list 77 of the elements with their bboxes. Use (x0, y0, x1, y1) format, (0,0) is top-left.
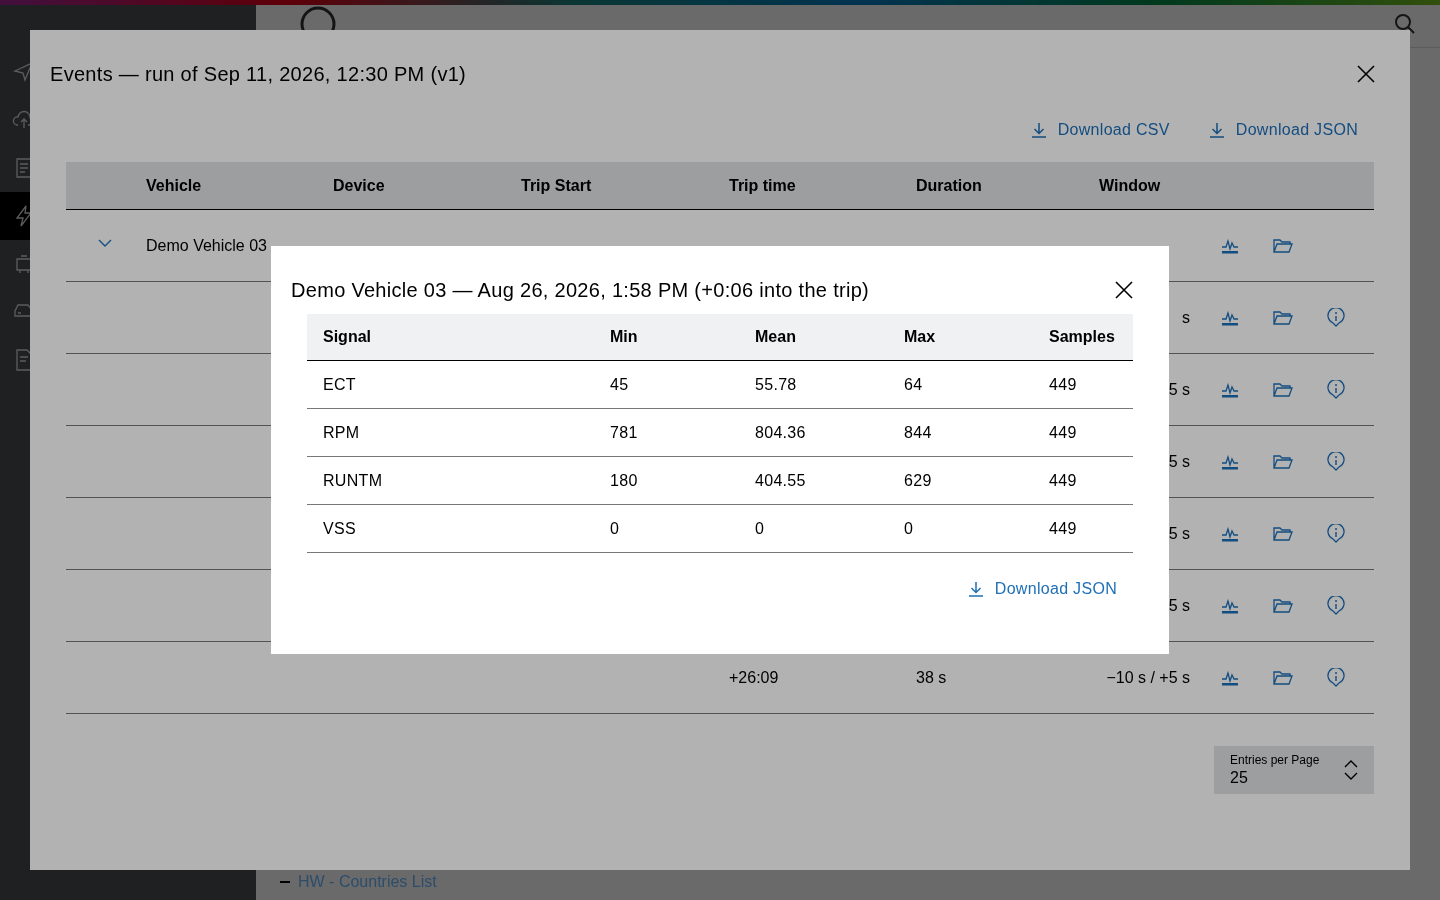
download-link[interactable]: Download CSV (1029, 118, 1170, 142)
signal-chart-icon[interactable] (1221, 453, 1239, 470)
column-header: Window (1099, 175, 1162, 196)
table-cell-text: 449 (1049, 518, 1078, 539)
signal-chart-icon[interactable] (1221, 381, 1239, 398)
info-icon[interactable] (1327, 595, 1345, 616)
close-icon[interactable] (1115, 281, 1133, 299)
column-header: Trip Start (521, 175, 593, 196)
table-cell-text: 449 (1049, 422, 1078, 443)
download-icon (966, 580, 985, 598)
table-cell-text: 629 (904, 470, 933, 491)
folder-icon[interactable] (1273, 309, 1293, 326)
table-cell-text: −10 s / +5 s (1106, 667, 1190, 688)
column-header: Min (610, 327, 639, 347)
info-icon[interactable] (1327, 667, 1345, 688)
signal-chart-icon[interactable] (1221, 309, 1239, 326)
table-cell-text: 0 (610, 518, 621, 539)
table-cell-text: 781 (610, 422, 639, 443)
folder-icon[interactable] (1273, 237, 1293, 254)
entries-per-page-select[interactable]: Entries per Page 25 (1214, 746, 1374, 794)
table-cell-text: 38 s (916, 667, 948, 688)
table-cell-text: 45 (610, 374, 630, 395)
folder-icon[interactable] (1273, 525, 1293, 542)
table-cell-text: 5 s (1168, 451, 1190, 472)
table-cell-text: 0 (904, 518, 915, 539)
dialog-title: Demo Vehicle 03 — Aug 26, 2026, 1:58 PM (+0:06 into the trip) (291, 278, 870, 303)
table-cell-text: VSS (322, 518, 357, 539)
signal-chart-icon[interactable] (1221, 237, 1239, 254)
dialog-title: Events — run of Sep 11, 2026, 12:30 PM (v1) (50, 62, 467, 87)
signal-chart-icon[interactable] (1221, 669, 1239, 686)
download-json-link[interactable]: Download JSON (966, 577, 1117, 601)
table-cell-text: 5 s (1168, 379, 1190, 400)
column-header: Mean (755, 327, 797, 347)
download-link[interactable]: Download JSON (1207, 118, 1358, 142)
info-icon[interactable] (1327, 379, 1345, 400)
signal-chart-icon[interactable] (1221, 525, 1239, 542)
close-icon[interactable] (1356, 64, 1376, 84)
signal-chart-icon[interactable] (1221, 597, 1239, 614)
table-cell-text: +26:09 (729, 667, 780, 688)
column-header: Vehicle (146, 175, 203, 196)
table-cell-text: 449 (1049, 374, 1078, 395)
folder-icon[interactable] (1273, 669, 1293, 686)
folder-icon[interactable] (1273, 381, 1293, 398)
table-cell-text: 844 (904, 422, 933, 443)
download-icon (1207, 121, 1226, 139)
up-down-icon (1344, 759, 1358, 781)
column-header: Samples (1049, 327, 1116, 347)
info-icon[interactable] (1327, 523, 1345, 544)
table-cell-text: s (1182, 307, 1190, 328)
table-cell-text: 55.78 (755, 374, 798, 395)
table-cell-text: 5 s (1168, 523, 1190, 544)
table-cell-text: 0 (755, 518, 766, 539)
table-cell-text: 404.55 (755, 470, 807, 491)
select-value: 25 (1230, 767, 1249, 788)
table-cell-text: 5 s (1168, 595, 1190, 616)
folder-icon[interactable] (1273, 453, 1293, 470)
folder-icon[interactable] (1273, 597, 1293, 614)
table-cell-text: RPM (322, 422, 361, 443)
column-header: Signal (322, 327, 372, 347)
table-cell-text: 449 (1049, 470, 1078, 491)
table-cell-text: RUNTM (322, 470, 384, 491)
sidebar-item[interactable] (0, 192, 30, 240)
column-header: Duration (916, 175, 983, 196)
search-icon[interactable] (1394, 12, 1416, 35)
table-cell-text: 804.36 (755, 422, 807, 443)
table-cell-text: 180 (610, 470, 639, 491)
table-cell-text: Demo Vehicle 03 (146, 235, 268, 256)
column-header: Device (333, 175, 386, 196)
info-icon[interactable] (1327, 307, 1345, 328)
table-cell-text: 64 (904, 374, 924, 395)
info-icon[interactable] (1327, 451, 1345, 472)
column-header: Max (904, 327, 937, 347)
download-icon (1029, 121, 1048, 139)
select-label: Entries per Page (1230, 752, 1320, 768)
column-header: Trip time (729, 175, 797, 196)
table-cell-text: ECT (322, 374, 357, 395)
send-icon (12, 60, 30, 84)
